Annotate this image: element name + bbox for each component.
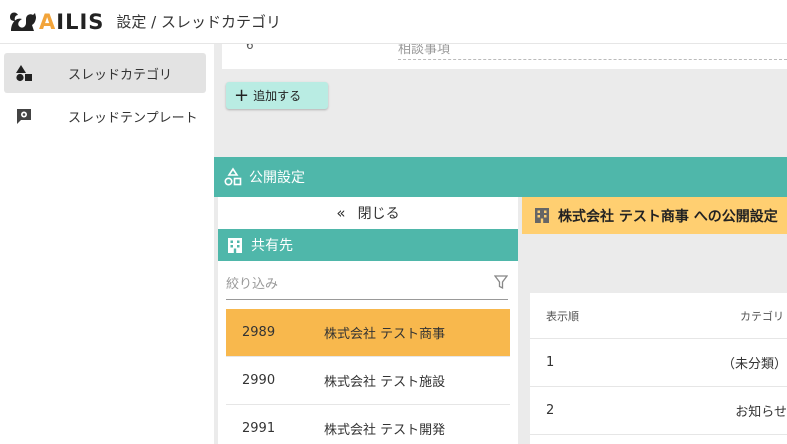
sidebar-item-thread-template[interactable]: スレッドテンプレート [4, 96, 206, 136]
close-button[interactable]: « 閉じる [218, 197, 518, 229]
share-target-pane: « 閉じる 共有先 絞り込み 2989 株式会社 テスト商事 2990 株式会社… [218, 197, 518, 444]
filter-icon[interactable] [493, 275, 509, 294]
share-target-header: 共有先 [218, 229, 518, 261]
double-chevron-left-icon: « [336, 204, 346, 222]
cell-order: 1 [546, 355, 555, 370]
squirrel-icon [8, 9, 38, 35]
table-header: 表示順 カテゴリ [530, 293, 787, 339]
category-row: 6 相談事項 [222, 44, 787, 69]
cell-order: 2 [546, 403, 555, 418]
list-item[interactable]: 2991 株式会社 テスト開発 [226, 405, 510, 444]
close-label: 閉じる [357, 206, 400, 222]
sidebar-item-label: スレッドカテゴリ [68, 67, 173, 83]
template-gear-icon [14, 106, 34, 126]
sidebar: スレッドカテゴリ スレッドテンプレート [0, 44, 214, 444]
company-code: 2989 [242, 325, 276, 340]
filter-input[interactable] [226, 277, 466, 292]
company-code: 2991 [242, 421, 276, 436]
main-content: 6 相談事項 + 追加する 公開設定 « 閉じる 共有先 絞り込み 2989 株… [214, 44, 787, 444]
table-row[interactable]: 1 （未分類） [530, 339, 787, 387]
company-settings-title: 株式会社 テスト商事 への公開設定 [558, 208, 778, 225]
public-settings-title: 公開設定 [249, 170, 305, 186]
company-settings-header: 株式会社 テスト商事 への公開設定 [522, 197, 787, 234]
share-target-title: 共有先 [251, 238, 293, 254]
logo-wordmark: AILIS [39, 9, 105, 34]
table-row[interactable]: 2 お知らせ [530, 387, 787, 435]
cell-category: お知らせ [735, 405, 787, 420]
column-header-category[interactable]: カテゴリ [740, 308, 787, 324]
company-settings-pane: 株式会社 テスト商事 への公開設定 表示順 カテゴリ 1 （未分類） 2 お知ら… [522, 197, 787, 444]
app-header: AILIS 設定 / スレッドカテゴリ [0, 0, 787, 44]
filter-field [226, 270, 509, 300]
category-table: 表示順 カテゴリ 1 （未分類） 2 お知らせ [530, 293, 787, 444]
company-code: 2990 [242, 373, 276, 388]
add-button[interactable]: + 追加する [226, 82, 328, 109]
plus-icon: + [234, 84, 250, 106]
company-name: 株式会社 テスト商事 [324, 327, 446, 342]
sidebar-item-thread-category[interactable]: スレッドカテゴリ [4, 53, 206, 93]
category-number: 6 [246, 44, 254, 52]
list-item[interactable]: 2990 株式会社 テスト施設 [226, 357, 510, 405]
shapes-outline-icon [223, 167, 243, 187]
company-name: 株式会社 テスト施設 [324, 375, 446, 390]
list-item[interactable]: 2989 株式会社 テスト商事 [226, 309, 510, 357]
building-icon [227, 237, 243, 254]
ailis-logo[interactable]: AILIS [8, 0, 104, 44]
page-title: 設定 / スレッドカテゴリ [116, 13, 281, 31]
category-name-field[interactable]: 相談事項 [398, 44, 787, 60]
company-name: 株式会社 テスト開発 [324, 423, 446, 438]
sidebar-item-label: スレッドテンプレート [68, 110, 198, 126]
shapes-icon [14, 63, 34, 83]
column-header-order[interactable]: 表示順 [530, 308, 740, 324]
cell-category: （未分類） [721, 357, 787, 372]
add-button-label: 追加する [253, 89, 302, 103]
company-list: 2989 株式会社 テスト商事 2990 株式会社 テスト施設 2991 株式会… [226, 309, 510, 444]
public-settings-header: 公開設定 [214, 157, 787, 197]
building-icon [534, 207, 550, 224]
